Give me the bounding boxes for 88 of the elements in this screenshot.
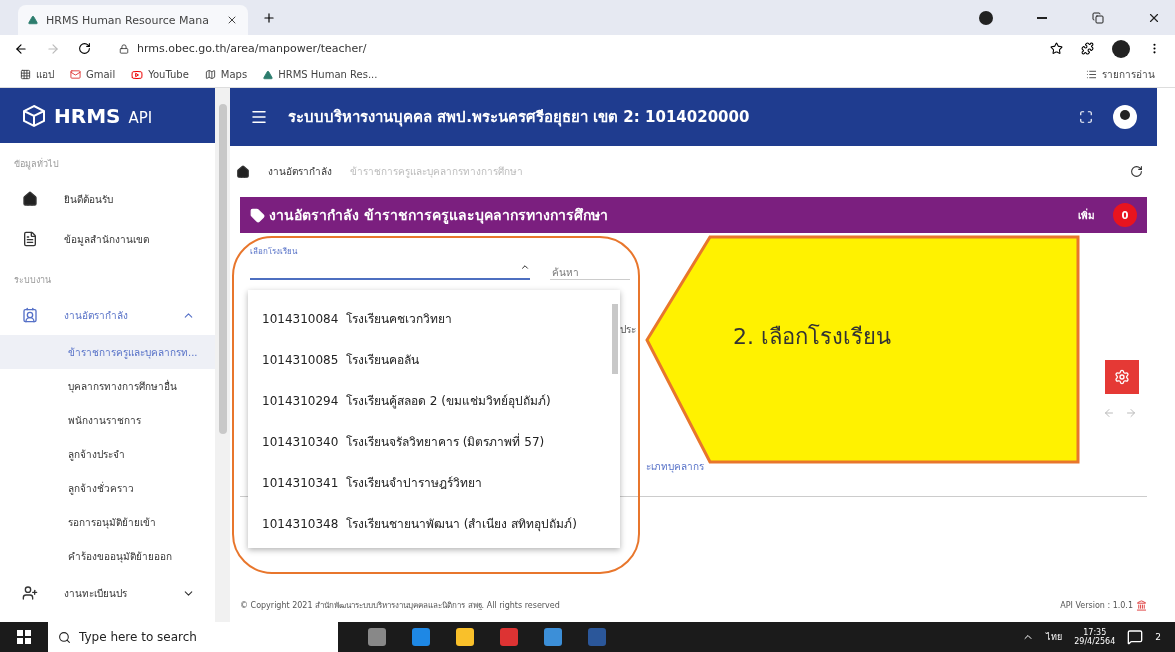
bookmark-link[interactable]: แอป	[20, 67, 54, 82]
sidebar-item-label: งานอัตรากำลัง	[64, 308, 128, 323]
section-title: ข้อมูลทั่วไป	[13, 157, 60, 172]
dropdown-option[interactable]: 1014310341 โรงเรียนจำปาราษฎร์วิทยา	[248, 462, 610, 503]
callout-text: 2. เลือกโรงเรียน	[733, 323, 891, 351]
notification-icon[interactable]	[1127, 629, 1144, 645]
sidebar-item[interactable]: ข้อมูลสำนักงานเขต	[0, 219, 215, 259]
taskbar-search[interactable]: Type here to search	[48, 622, 338, 652]
triangle-icon	[263, 69, 274, 80]
school-select[interactable]: เลือกโรงเรียน	[250, 245, 530, 280]
tag-icon	[250, 207, 265, 223]
avatar-icon[interactable]	[1113, 105, 1137, 129]
refresh-icon[interactable]	[1130, 165, 1143, 178]
breadcrumb-item: ข้าราชการครูและบุคลากรทางการศึกษา	[350, 165, 523, 179]
menu-icon[interactable]	[250, 108, 268, 126]
close-icon[interactable]	[226, 14, 238, 26]
sidebar-item-label: ยินดีต้อนรับ	[64, 192, 113, 207]
bookmark-link[interactable]: HRMS Human Res...	[263, 69, 378, 80]
home-icon[interactable]	[236, 164, 250, 179]
submenu-item[interactable]: ลูกจ้างประจำ	[0, 437, 215, 471]
bookmark-link[interactable]: YouTube	[131, 68, 189, 81]
dropdown-option[interactable]: 1014310294 โรงเรียนคู้สลอด 2 (ขมแช่มวิทย์อุปถัมภ์)	[248, 380, 610, 421]
search-field[interactable]: ค้นหา	[550, 266, 630, 280]
restore-icon	[1092, 11, 1104, 24]
new-tab-icon[interactable]	[262, 10, 276, 25]
address-bar[interactable]: hrms.obec.go.th/area/manpower/teacher/	[137, 42, 367, 55]
triangle-icon	[28, 15, 38, 25]
tab-title: HRMS Human Resource Mana	[46, 13, 209, 27]
lock-icon	[119, 43, 129, 54]
submenu-item[interactable]: บุคลากรทางการศึกษาอื่น	[0, 369, 215, 403]
submenu-item[interactable]: พนักงานราชการ	[0, 403, 215, 437]
logo-text: HRMS API	[54, 103, 153, 128]
profile-icon	[979, 10, 993, 25]
card-title: งานอัตรากำลัง ข้าราชการครูและบุคลากรทางการศึกษา	[269, 206, 608, 226]
box-logo-icon	[22, 103, 46, 128]
breadcrumb-item[interactable]: งานอัตรากำลัง	[268, 164, 332, 179]
clock[interactable]: 17:35 29/4/2564	[1074, 628, 1116, 646]
dropdown-option[interactable]: 1014310348 โรงเรียนชายนาพัฒนา (สำเนียง สทิทอุปถัมภ์)	[248, 503, 610, 544]
sidebar-item[interactable]: ยินดีต้อนรับ	[0, 179, 215, 219]
avatar-icon[interactable]	[1112, 39, 1130, 58]
bank-icon	[1136, 600, 1147, 611]
scrollbar-thumb[interactable]	[612, 304, 618, 374]
reload-icon[interactable]	[78, 42, 91, 55]
header-title: ระบบบริหารงานบุคคล สพป.พระนครศรีอยุธยา เขต 2: 1014020000	[288, 107, 750, 129]
minimize-icon	[1037, 16, 1047, 19]
tab-link[interactable]: ะเภทบุคลากร	[646, 459, 704, 474]
user-add-icon	[22, 585, 38, 601]
notification-count: 2	[1155, 632, 1161, 642]
version-text: API Version : 1.0.1	[1060, 601, 1133, 610]
badge-icon	[22, 307, 38, 323]
back-icon[interactable]	[14, 41, 28, 56]
document-icon	[22, 231, 38, 247]
settings-button[interactable]	[1105, 360, 1139, 394]
dropdown-option[interactable]: 1014310085 โรงเรียนคอลัน	[248, 339, 610, 380]
sidebar-item[interactable]: งานทะเบียนปร	[0, 573, 215, 613]
settings-icon	[1114, 369, 1130, 385]
sidebar-item[interactable]: งานอัตรากำลัง	[0, 295, 215, 335]
sidebar-item-label: ข้อมูลสำนักงานเขต	[64, 232, 149, 247]
language-indicator[interactable]: ไทย	[1046, 630, 1063, 644]
home-icon	[22, 191, 38, 207]
add-label[interactable]: เพิ่ม	[1078, 207, 1095, 223]
chevron-up-icon	[520, 262, 530, 272]
sidebar-item-label: งานทะเบียนปร	[64, 586, 127, 601]
search-icon	[58, 630, 71, 644]
star-icon[interactable]	[1050, 42, 1063, 55]
mail-icon	[70, 69, 81, 80]
list-icon	[1086, 69, 1097, 80]
scrollbar-thumb[interactable]	[218, 104, 227, 434]
column-header: ประ	[620, 323, 636, 337]
apps-icon	[20, 69, 31, 80]
windows-icon	[17, 630, 31, 644]
bookmark-link[interactable]: Maps	[204, 69, 248, 80]
dropdown-option[interactable]: 1014310084 โรงเรียนคชเวกวิทยา	[248, 298, 610, 339]
reading-list-link[interactable]: รายการอ่าน	[1086, 67, 1155, 82]
submenu-item[interactable]: รอการอนุมัติย้ายเข้า	[0, 505, 215, 539]
bookmark-link[interactable]: Gmail	[70, 69, 116, 80]
play-icon	[131, 68, 144, 81]
browser-tab[interactable]: HRMS Human Resource Mana	[18, 5, 248, 35]
submenu-item[interactable]: คำร้องขออนุมัติย้ายออก	[0, 539, 215, 573]
extensions-icon[interactable]	[1081, 42, 1094, 55]
count-badge: 0	[1113, 203, 1137, 227]
dropdown-option[interactable]: 1014310340 โรงเรียนจรัลวิทยาคาร (มิตรภาพที่ 57)	[248, 421, 610, 462]
submenu-item[interactable]: ข้าราชการครูและบุคลากรท...	[0, 335, 215, 369]
fullscreen-icon[interactable]	[1079, 110, 1093, 124]
submenu-item[interactable]: ลูกจ้างชั่วคราว	[0, 471, 215, 505]
copyright-text: © Copyright 2021 สำนักพัฒนาระบบบริหารงานบุคคลและนิติการ สพฐ. All rights reserved	[240, 600, 560, 612]
map-icon	[204, 69, 216, 80]
section-title: ระบบงาน	[13, 274, 52, 287]
